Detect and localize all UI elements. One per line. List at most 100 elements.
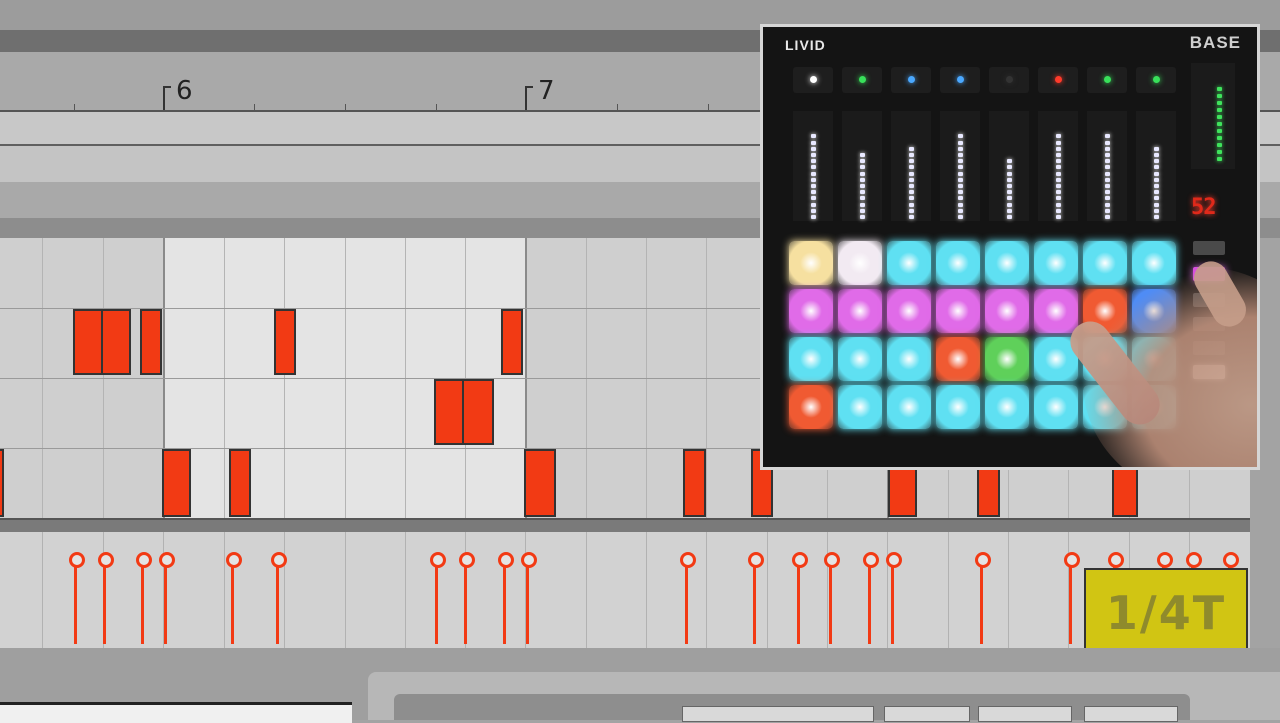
controller-pad — [1034, 385, 1078, 429]
grid-line — [1008, 532, 1009, 648]
midi-note[interactable] — [501, 309, 523, 375]
midi-note[interactable] — [101, 309, 131, 375]
velocity-handle[interactable] — [1186, 552, 1202, 568]
velocity-stem[interactable] — [753, 562, 756, 644]
velocity-handle[interactable] — [680, 552, 696, 568]
velocity-handle[interactable] — [792, 552, 808, 568]
velocity-handle[interactable] — [1223, 552, 1239, 568]
velocity-stem[interactable] — [141, 562, 144, 644]
ruler-minor-tick — [708, 104, 709, 110]
velocity-handle[interactable] — [975, 552, 991, 568]
meter-led — [1217, 87, 1222, 91]
velocity-stem[interactable] — [464, 562, 467, 644]
fader-led — [1154, 146, 1159, 151]
velocity-stem[interactable] — [103, 562, 106, 644]
velocity-stem[interactable] — [980, 562, 983, 644]
velocity-stem[interactable] — [829, 562, 832, 644]
velocity-stem[interactable] — [435, 562, 438, 644]
controller-top-button — [1136, 67, 1176, 93]
midi-note[interactable] — [73, 309, 103, 375]
fader-led — [1056, 146, 1061, 151]
midi-note[interactable] — [229, 449, 251, 517]
velocity-stem[interactable] — [685, 562, 688, 644]
velocity-handle[interactable] — [863, 552, 879, 568]
midi-note[interactable] — [0, 449, 4, 517]
fader-led — [811, 165, 816, 170]
controller-top-led — [1104, 76, 1111, 83]
velocity-stem[interactable] — [231, 562, 234, 644]
velocity-handle[interactable] — [430, 552, 446, 568]
fader-led — [1056, 196, 1061, 201]
velocity-handle[interactable] — [1157, 552, 1173, 568]
velocity-editor[interactable] — [0, 532, 1250, 648]
fader-led — [958, 184, 963, 188]
fader-led — [1105, 196, 1110, 201]
velocity-handle[interactable] — [159, 552, 175, 568]
velocity-handle[interactable] — [1108, 552, 1124, 568]
grid-line — [948, 532, 949, 648]
grid-line — [345, 532, 346, 648]
velocity-handle[interactable] — [459, 552, 475, 568]
velocity-stem[interactable] — [868, 562, 871, 644]
fader-led — [1105, 153, 1110, 157]
velocity-handle[interactable] — [136, 552, 152, 568]
controller-pad — [1034, 289, 1078, 333]
velocity-stem[interactable] — [797, 562, 800, 644]
fader-led — [909, 165, 914, 170]
fader-led — [1105, 159, 1110, 164]
midi-note[interactable] — [140, 309, 162, 375]
midi-note[interactable] — [524, 449, 556, 517]
controller-top-button — [1038, 67, 1078, 93]
velocity-stem[interactable] — [526, 562, 529, 644]
velocity-stem[interactable] — [164, 562, 167, 644]
velocity-handle[interactable] — [824, 552, 840, 568]
fader-led — [860, 171, 865, 176]
velocity-handle[interactable] — [1064, 552, 1080, 568]
midi-note[interactable] — [434, 379, 464, 445]
fader-led — [909, 184, 914, 188]
fader-led — [1105, 184, 1110, 188]
fader-led — [1056, 177, 1061, 182]
fader-led — [909, 159, 914, 164]
controller-pad — [887, 241, 931, 285]
midi-note[interactable] — [683, 449, 706, 517]
fader-led — [1154, 208, 1159, 213]
midi-note[interactable] — [274, 309, 296, 375]
velocity-stem[interactable] — [74, 562, 77, 644]
fader-led — [1007, 184, 1012, 188]
velocity-handle[interactable] — [748, 552, 764, 568]
velocity-stem[interactable] — [891, 562, 894, 644]
velocity-handle[interactable] — [498, 552, 514, 568]
fader-led — [1007, 190, 1012, 195]
meter-led — [1217, 136, 1222, 140]
velocity-handle[interactable] — [226, 552, 242, 568]
grid-line — [224, 532, 225, 648]
grid-line — [586, 532, 587, 648]
controller-top-led — [1006, 76, 1013, 83]
fader-led — [811, 134, 816, 139]
velocity-stem[interactable] — [1069, 562, 1072, 644]
velocity-stem[interactable] — [276, 562, 279, 644]
fader-led — [958, 196, 963, 201]
grid-resolution-overlay: 1/4T — [1084, 568, 1248, 658]
velocity-handle[interactable] — [886, 552, 902, 568]
fader-led — [811, 171, 816, 176]
controller-pad — [936, 385, 980, 429]
fader-led — [958, 140, 963, 145]
controller-pad — [936, 337, 980, 381]
fader-led — [1007, 171, 1012, 176]
midi-note[interactable] — [162, 449, 191, 517]
midi-note[interactable] — [462, 379, 494, 445]
velocity-handle[interactable] — [521, 552, 537, 568]
velocity-handle[interactable] — [271, 552, 287, 568]
fader-led — [958, 190, 963, 195]
fader-led — [1154, 184, 1159, 188]
velocity-handle[interactable] — [98, 552, 114, 568]
velocity-handle[interactable] — [69, 552, 85, 568]
ruler-minor-tick — [617, 104, 618, 110]
velocity-stem[interactable] — [503, 562, 506, 644]
fader-led — [811, 208, 816, 213]
grid-line — [767, 532, 768, 648]
grid-line — [284, 532, 285, 648]
fader-led — [1154, 215, 1159, 219]
